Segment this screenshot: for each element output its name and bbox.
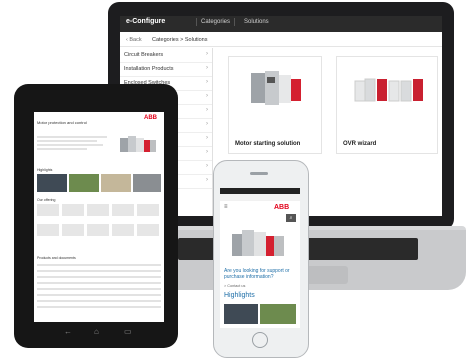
text-line xyxy=(37,144,103,146)
chevron-right-icon: › xyxy=(206,107,208,113)
home-icon[interactable]: ⌂ xyxy=(94,327,99,336)
table-row[interactable] xyxy=(37,270,161,272)
abb-logo: ABB xyxy=(144,115,157,121)
product-thumb[interactable] xyxy=(87,224,109,236)
highlight-photo[interactable] xyxy=(133,174,161,192)
highlight-photo[interactable] xyxy=(37,174,67,192)
table-row[interactable] xyxy=(37,264,161,266)
phone-screen: ≡ ABB ⌕ Are you looking for support or p… xyxy=(220,188,300,328)
chevron-right-icon: › xyxy=(206,177,208,183)
product-thumb[interactable] xyxy=(87,204,109,216)
card-caption: OVR wizard xyxy=(343,141,377,147)
sidebar-item-label: Circuit Breakers xyxy=(124,52,164,58)
table-row[interactable] xyxy=(37,282,161,284)
chevron-right-icon: › xyxy=(206,163,208,169)
surge-protector-image xyxy=(354,78,423,102)
product-thumb[interactable] xyxy=(137,204,159,216)
home-button[interactable] xyxy=(252,332,268,348)
chevron-right-icon: › xyxy=(206,51,208,57)
section-title-offering: Our offering xyxy=(37,198,56,202)
highlights-title: Highlights xyxy=(224,292,255,299)
back-label: Back xyxy=(129,37,142,43)
tablet-screen: Motor protection and control ABB Highlig… xyxy=(34,112,164,322)
sidebar-item[interactable]: Installation Products › xyxy=(120,62,212,77)
back-button[interactable]: ‹ Back xyxy=(126,37,142,43)
solution-card-motor-starting[interactable]: Motor starting solution xyxy=(228,56,322,154)
text-line xyxy=(37,136,107,138)
breadcrumb: Categories > Solutions xyxy=(152,37,208,43)
text-line xyxy=(37,140,97,142)
section-title-downloads: Products and documents xyxy=(37,256,76,260)
motor-starter-image xyxy=(251,71,301,105)
page-title: Motor protection and control xyxy=(37,120,87,125)
table-row[interactable] xyxy=(37,276,161,278)
menu-icon[interactable]: ≡ xyxy=(224,204,228,210)
breadcrumb-bar: ‹ Back Categories > Solutions xyxy=(120,34,442,47)
product-thumb[interactable] xyxy=(37,204,59,216)
product-thumb[interactable] xyxy=(37,224,59,236)
abb-logo: ABB xyxy=(274,204,290,211)
table-row[interactable] xyxy=(37,306,161,308)
sidebar-item[interactable]: Circuit Breakers › xyxy=(120,48,212,63)
product-hero-image xyxy=(232,230,284,256)
sidebar-item-label: Installation Products xyxy=(124,66,174,72)
product-thumb[interactable] xyxy=(112,224,134,236)
recent-apps-icon[interactable]: ▭ xyxy=(124,327,132,336)
app-title: e-Configure xyxy=(126,18,166,25)
chevron-right-icon: › xyxy=(206,79,208,85)
product-thumb[interactable] xyxy=(62,224,84,236)
highlight-photo[interactable] xyxy=(260,304,296,324)
tab-categories[interactable]: Categories xyxy=(196,18,236,26)
chevron-right-icon: › xyxy=(206,135,208,141)
highlight-photo[interactable] xyxy=(69,174,99,192)
search-icon[interactable]: ⌕ xyxy=(286,214,296,222)
product-hero-image xyxy=(120,136,156,152)
back-icon[interactable]: ← xyxy=(64,327,72,336)
tab-solutions[interactable]: Solutions xyxy=(240,18,273,26)
solution-card-ovr-wizard[interactable]: OVR wizard xyxy=(336,56,438,154)
text-line xyxy=(37,148,87,150)
chevron-right-icon: › xyxy=(206,65,208,71)
highlight-photo[interactable] xyxy=(101,174,131,192)
card-caption: Motor starting solution xyxy=(235,141,301,147)
product-thumb[interactable] xyxy=(137,224,159,236)
highlight-photo[interactable] xyxy=(224,304,258,324)
chevron-right-icon: › xyxy=(206,149,208,155)
chevron-right-icon: › xyxy=(206,93,208,99)
table-row[interactable] xyxy=(37,294,161,296)
section-title-highlights: Highlights xyxy=(37,168,53,172)
chevron-right-icon: › xyxy=(206,121,208,127)
contact-link[interactable]: > Contact us xyxy=(224,284,245,288)
product-thumb[interactable] xyxy=(62,204,84,216)
table-row[interactable] xyxy=(37,300,161,302)
support-question: Are you looking for support or purchase … xyxy=(224,268,290,280)
tablet-nav-bar: ← ⌂ ▭ xyxy=(36,326,164,340)
product-thumb[interactable] xyxy=(112,204,134,216)
table-row[interactable] xyxy=(37,288,161,290)
phone-speaker xyxy=(250,172,268,175)
url-bar[interactable] xyxy=(220,194,300,201)
app-topbar: e-Configure Categories Solutions xyxy=(120,16,442,32)
